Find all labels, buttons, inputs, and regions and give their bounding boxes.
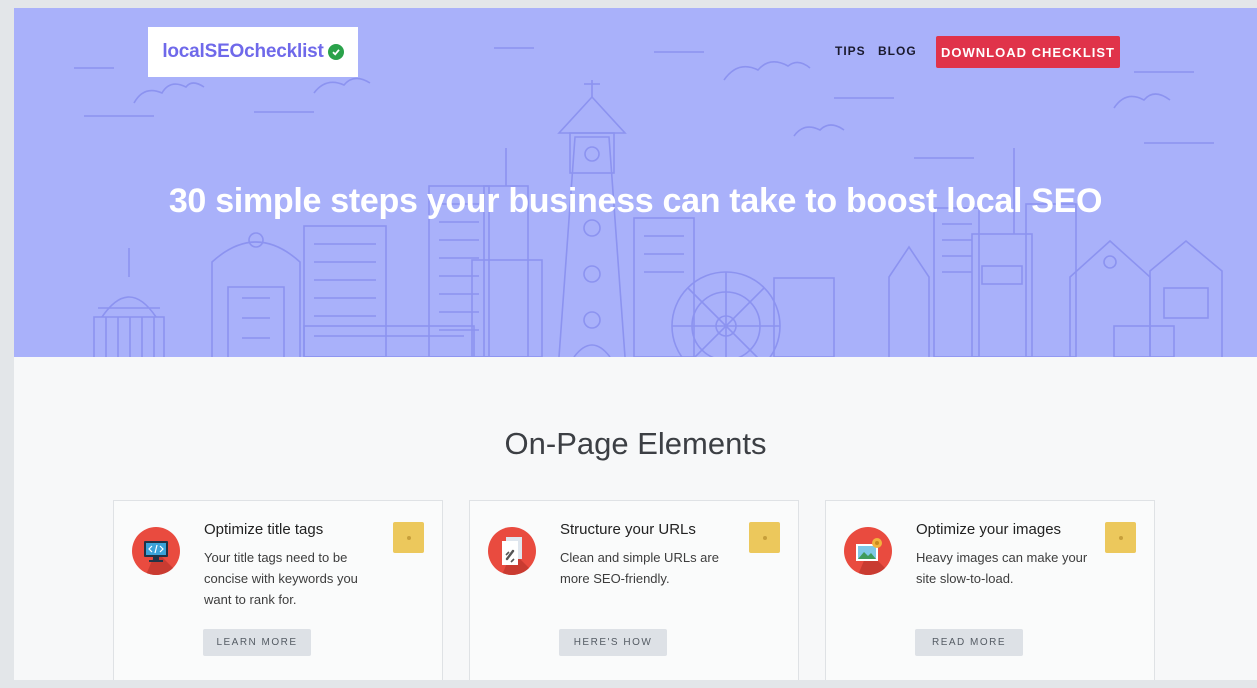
card-title: Optimize your images xyxy=(916,521,1062,538)
card-title: Optimize title tags xyxy=(204,521,324,538)
download-checklist-button[interactable]: DOWNLOAD CHECKLIST xyxy=(936,36,1120,68)
nav-link-tips[interactable]: TIPS xyxy=(835,44,866,58)
card-description: Heavy images can make your site slow-to-… xyxy=(916,550,1088,586)
card-description: Clean and simple URLs are more SEO-frien… xyxy=(560,550,719,586)
feature-card-title-tags: Optimize title tags Your title tags need… xyxy=(113,500,443,680)
section-title: On-Page Elements xyxy=(504,426,767,461)
code-monitor-icon xyxy=(132,527,180,575)
nav-link-blog[interactable]: BLOG xyxy=(878,44,917,58)
heres-how-button[interactable]: HERE'S HOW xyxy=(559,629,667,656)
card-badge[interactable] xyxy=(749,522,780,553)
image-gear-icon xyxy=(844,527,892,575)
link-document-icon xyxy=(488,527,536,575)
feature-card-images: Optimize your images Heavy images can ma… xyxy=(825,500,1155,680)
feature-card-urls: Structure your URLs Clean and simple URL… xyxy=(469,500,799,680)
dot-icon xyxy=(762,535,767,540)
check-circle-icon xyxy=(327,44,344,60)
page-frame: localSEOchecklist TIPS BLOG DOWNLOAD CHE… xyxy=(14,8,1257,680)
hero-title: 30 simple steps your business can take t… xyxy=(168,182,1103,220)
site-logo[interactable]: localSEOchecklist xyxy=(148,27,358,77)
card-badge[interactable] xyxy=(393,522,424,553)
learn-more-button[interactable]: LEARN MORE xyxy=(203,629,311,656)
card-badge[interactable] xyxy=(1105,522,1136,553)
dot-icon xyxy=(406,535,411,540)
hero-banner: localSEOchecklist TIPS BLOG DOWNLOAD CHE… xyxy=(14,8,1257,357)
logo-text: localSEOchecklist xyxy=(162,41,324,62)
card-title: Structure your URLs xyxy=(560,521,696,538)
dot-icon xyxy=(1118,535,1123,540)
read-more-button[interactable]: READ MORE xyxy=(915,629,1023,656)
card-description: Your title tags need to be concise with … xyxy=(204,550,358,607)
